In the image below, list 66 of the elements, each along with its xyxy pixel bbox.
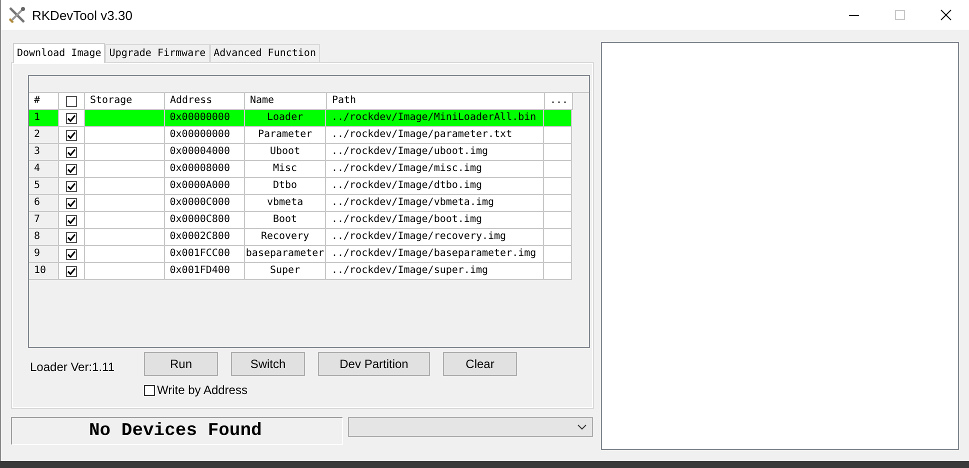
row-number: 2 [29,127,59,144]
checkbox[interactable] [66,112,77,124]
table-cell[interactable] [58,246,85,263]
button[interactable]: Clear [443,352,517,376]
table-row[interactable]: 1 0x00000000 Loader ../rockdev/Image/MiniLoaderAll.bin [29,110,572,127]
maximize-icon [894,9,906,21]
checkbox[interactable] [66,248,77,260]
checkbox[interactable] [66,214,77,226]
table-row[interactable]: 8 0x0002C800 Recovery ../rockdev/Image/recovery.img [29,229,572,246]
table-cell[interactable] [58,144,85,161]
table-cell[interactable] [58,110,85,127]
column-header[interactable]: Name [245,93,327,110]
row-number: 6 [29,195,59,212]
checkbox[interactable] [66,146,77,158]
table-cell[interactable] [58,263,85,280]
checkbox[interactable] [144,384,155,396]
row-number: 10 [29,263,59,280]
table-cell[interactable] [58,178,85,195]
table-row[interactable]: 7 0x0000C800 Boot ../rockdev/Image/boot.img [29,212,572,229]
window-title: RKDevTool v3.30 [32,8,132,22]
table-cell[interactable] [58,195,85,212]
status-field: No Devices Found [11,417,343,445]
column-header[interactable]: Path [327,93,545,110]
table-row[interactable]: 10 0x001FD400 Super ../rockdev/Image/super.img [29,263,572,280]
table-row[interactable]: 2 0x00000000 Parameter ../rockdev/Image/parameter.txt [29,127,572,144]
table-row[interactable]: 9 0x001FCC00 baseparameter ../rockdev/Image/baseparameter.img [29,246,572,263]
column-header[interactable]: ... [545,93,573,110]
table-cell: ../rockdev/Image/super.img [326,263,544,280]
checkbox[interactable] [66,266,77,276]
table-cell[interactable] [58,127,85,144]
chevron-down-icon [577,424,587,430]
checkbox[interactable] [66,130,77,140]
table-cell: Super [244,263,326,280]
button[interactable]: Switch [231,352,305,376]
table-row[interactable]: 4 0x00008000 Misc ../rockdev/Image/misc.img [29,161,572,178]
checkbox[interactable] [66,164,77,174]
table-cell[interactable] [58,212,85,229]
checkbox[interactable] [66,96,77,106]
table-cell[interactable] [58,161,85,178]
tab[interactable]: Upgrade Firmware [105,44,210,62]
column-header[interactable]: # [29,93,59,110]
table-cell[interactable] [58,229,85,246]
loader-version: Loader Ver:1.11 [29,359,116,376]
column-header[interactable]: Address [165,93,245,110]
table-cell: 0x001FD400 [164,263,245,280]
tools-icon [8,6,26,24]
button[interactable]: Run [144,352,218,376]
checkbox[interactable] [66,198,77,208]
table-cell [544,263,572,280]
close-icon [940,9,952,21]
checkbox[interactable] [66,232,77,242]
row-number: 8 [29,229,59,246]
checkbox-label[interactable]: Write by Address [157,383,248,397]
tab[interactable]: Download Image [13,43,106,63]
table-row[interactable]: 5 0x0000A000 Dtbo ../rockdev/Image/dtbo.img [29,178,572,195]
tab[interactable]: Advanced Function [210,44,320,62]
table-row[interactable]: 6 0x0000C000 vbmeta ../rockdev/Image/vbmeta.img [29,195,572,212]
row-number: 7 [29,212,59,229]
table-row[interactable]: 3 0x00004000 Uboot ../rockdev/Image/uboot.img [29,144,572,161]
button[interactable]: Dev Partition [318,352,430,376]
column-header[interactable]: Storage [85,93,165,110]
row-number: 4 [29,161,59,178]
checkbox[interactable] [66,180,77,192]
row-number: 5 [29,178,59,195]
row-number: 3 [29,144,59,161]
row-number: 9 [29,246,59,263]
